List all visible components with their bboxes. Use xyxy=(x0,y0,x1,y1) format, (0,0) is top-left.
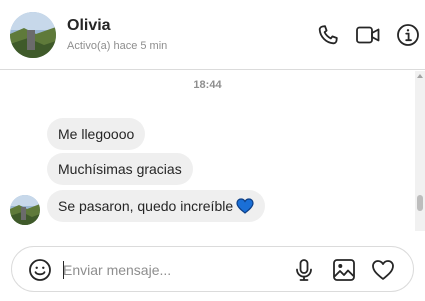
emoji-icon[interactable] xyxy=(28,258,52,282)
image-icon[interactable] xyxy=(332,258,356,282)
message-thread[interactable]: 18:44 Me llegoooo Muchísimas gracias Se … xyxy=(0,71,425,231)
thread-scrollbar[interactable] xyxy=(415,71,425,231)
sender-avatar[interactable] xyxy=(10,195,40,225)
blue-heart-emoji-icon xyxy=(236,193,254,225)
message-timestamp: 18:44 xyxy=(193,79,222,91)
chat-header: Olivia Activo(a) hace 5 min xyxy=(0,0,425,70)
microphone-icon[interactable] xyxy=(292,258,316,282)
phone-icon[interactable] xyxy=(315,22,341,48)
scrollbar-thumb[interactable] xyxy=(417,195,423,211)
heart-icon[interactable] xyxy=(371,258,395,282)
info-icon[interactable] xyxy=(395,22,421,48)
message-composer xyxy=(11,246,414,292)
message-text: Se pasaron, quedo increíble xyxy=(58,198,234,214)
video-icon[interactable] xyxy=(355,22,381,48)
message-bubble[interactable]: Se pasaron, quedo increíble xyxy=(47,190,266,225)
contact-status: Activo(a) hace 5 min xyxy=(67,40,168,52)
contact-name[interactable]: Olivia xyxy=(67,17,111,35)
contact-avatar[interactable] xyxy=(10,12,56,58)
message-bubble[interactable]: Me llegoooo xyxy=(47,118,146,150)
message-bubble[interactable]: Muchísimas gracias xyxy=(47,153,193,185)
scroll-up-arrow-icon[interactable] xyxy=(417,74,423,78)
text-caret xyxy=(63,261,64,279)
message-input[interactable] xyxy=(63,257,283,283)
